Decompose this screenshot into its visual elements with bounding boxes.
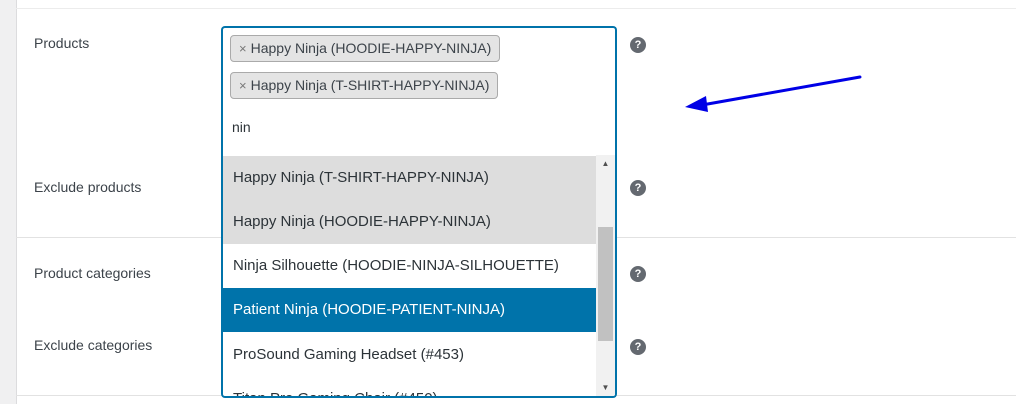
selected-product-chip: × Happy Ninja (T-SHIRT-HAPPY-NINJA) xyxy=(230,72,499,99)
products-multiselect[interactable]: × Happy Ninja (HOODIE-HAPPY-NINJA) × Happy… xyxy=(221,26,617,156)
exclude-products-label: Exclude products xyxy=(34,179,142,195)
products-label: Products xyxy=(34,35,90,51)
product-search-input[interactable] xyxy=(232,116,592,138)
dropdown-option[interactable]: Titan Pro Gaming Chair (#450) xyxy=(223,377,596,396)
products-help-icon[interactable]: ? xyxy=(630,37,646,53)
top-divider xyxy=(16,8,1016,9)
scroll-down-icon[interactable]: ▼ xyxy=(596,379,615,396)
dropdown-option[interactable]: Happy Ninja (HOODIE-HAPPY-NINJA) xyxy=(223,200,596,244)
scroll-up-icon[interactable]: ▲ xyxy=(596,155,615,172)
product-categories-label: Product categories xyxy=(34,265,151,281)
chip-label: Happy Ninja (HOODIE-HAPPY-NINJA) xyxy=(250,40,492,56)
exclude-products-help-icon[interactable]: ? xyxy=(630,180,646,196)
dropdown-option[interactable]: Happy Ninja (T-SHIRT-HAPPY-NINJA) xyxy=(223,156,596,200)
annotation-arrow-icon xyxy=(685,75,862,112)
dropdown-option[interactable]: Ninja Silhouette (HOODIE-NINJA-SILHOUETT… xyxy=(223,244,596,288)
product-results-dropdown: Happy Ninja (T-SHIRT-HAPPY-NINJA) Happy … xyxy=(221,155,617,398)
selected-product-chip: × Happy Ninja (HOODIE-HAPPY-NINJA) xyxy=(230,35,501,62)
remove-chip-icon[interactable]: × xyxy=(239,41,247,56)
dropdown-option[interactable]: ProSound Gaming Headset (#453) xyxy=(223,333,596,377)
scroll-thumb[interactable] xyxy=(598,227,613,341)
product-categories-help-icon[interactable]: ? xyxy=(630,266,646,282)
remove-chip-icon[interactable]: × xyxy=(239,78,247,93)
dropdown-scrollbar[interactable]: ▲ ▼ xyxy=(596,155,615,396)
chip-label: Happy Ninja (T-SHIRT-HAPPY-NINJA) xyxy=(250,77,490,93)
exclude-categories-help-icon[interactable]: ? xyxy=(630,339,646,355)
exclude-categories-label: Exclude categories xyxy=(34,337,153,353)
dropdown-option[interactable]: Patient Ninja (HOODIE-PATIENT-NINJA) xyxy=(223,288,596,332)
